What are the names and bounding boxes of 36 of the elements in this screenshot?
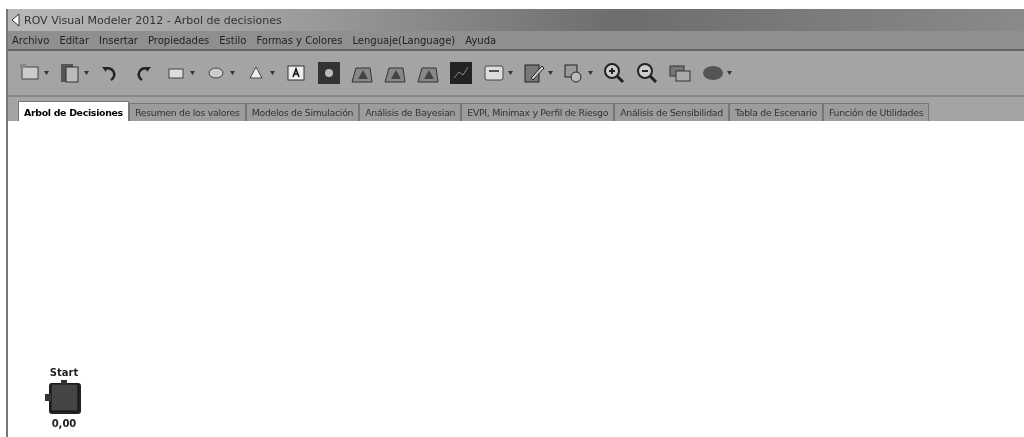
tab[interactable]: Modelos de Simulación	[245, 103, 360, 121]
menu-item[interactable]: Insertar	[99, 34, 138, 46]
tab[interactable]: Análisis de Bayesian	[359, 103, 462, 121]
caret-icon[interactable]	[190, 71, 195, 75]
node-value: 0,00	[51, 418, 77, 429]
window-title: ROV Visual Modeler 2012 - Arbol de decisiones	[24, 13, 282, 27]
menu-item[interactable]: Editar	[59, 34, 89, 46]
tab[interactable]: Tabla de Escenario	[728, 103, 823, 121]
zoom-out-icon[interactable]	[635, 61, 659, 85]
caret-icon[interactable]	[44, 71, 49, 75]
caret-icon[interactable]	[230, 71, 235, 75]
menu-item[interactable]: Archivo	[12, 34, 50, 46]
caret-icon[interactable]	[727, 71, 732, 75]
app-icon	[10, 13, 20, 27]
glow-square-icon[interactable]	[317, 61, 341, 85]
zoom-in-icon[interactable]	[602, 61, 626, 85]
tab[interactable]: Arbol de Decisiones	[18, 101, 129, 121]
caret-icon[interactable]	[548, 71, 553, 75]
menu-item[interactable]: Ayuda	[465, 34, 497, 46]
pencil-note-icon[interactable]	[522, 61, 546, 85]
decision-node[interactable]	[44, 380, 84, 416]
caret-icon[interactable]	[588, 71, 593, 75]
menu-item[interactable]: Propiedades	[147, 34, 210, 46]
tab[interactable]: Análisis de Sensibilidad	[614, 103, 729, 121]
menu-item[interactable]: Lenguaje(Language)	[352, 34, 456, 46]
tab[interactable]: EVPI, Minimax y Perfil de Riesgo	[461, 103, 615, 121]
tab[interactable]: Resumen de los valores	[128, 103, 246, 121]
grid-icon[interactable]	[449, 61, 473, 85]
menu-item[interactable]: Formas y Colores	[256, 34, 343, 46]
pages-icon[interactable]	[58, 61, 82, 85]
caret-icon[interactable]	[84, 71, 89, 75]
caret-icon[interactable]	[270, 71, 275, 75]
node-label: Start	[49, 367, 79, 378]
caret-icon[interactable]	[508, 71, 513, 75]
menu-item[interactable]: Estilo	[219, 34, 247, 46]
tab[interactable]: Función de Utilidades	[823, 103, 930, 121]
